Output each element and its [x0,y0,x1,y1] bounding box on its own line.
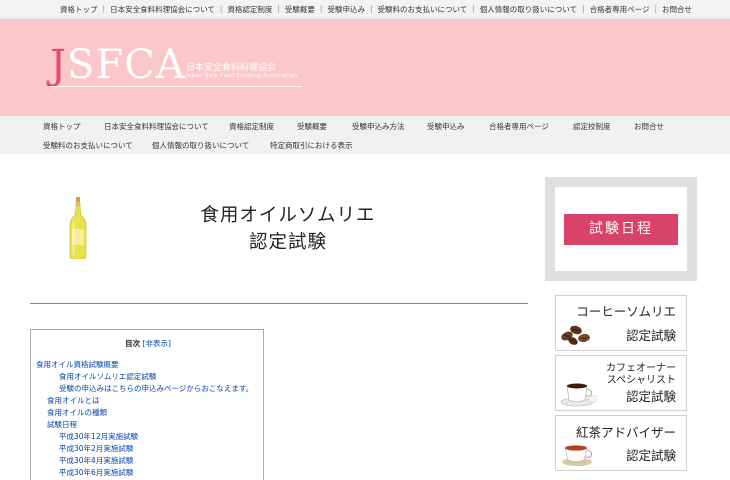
nav-item-schools[interactable]: 認定校制度 [573,121,611,132]
logo-underline [50,86,302,87]
separator: | [102,4,106,13]
card-subtitle: 認定試験 [625,328,676,343]
separator: | [472,4,475,13]
toc-item[interactable]: 平成30年12月実施試験 [59,431,138,442]
nav-item-apply[interactable]: 受験申込み [427,121,465,132]
tea-cup-icon [562,445,592,466]
toc-item[interactable]: 平成30年4月実施試験 [59,455,133,466]
content-divider [30,303,528,304]
logo-japanese-name: 日本安全食料料理協会 [186,63,277,73]
toc-item[interactable]: 試験日程 [47,419,77,430]
nav-item-payment[interactable]: 受験料のお支払いについて [43,140,133,151]
card-title-line2: スペシャリスト [606,375,676,386]
nav-item-exam-overview[interactable]: 受験概要 [297,121,327,132]
top-link-payment[interactable]: 受験料のお支払いについて [377,4,467,15]
card-subtitle: 認定試験 [625,389,676,404]
top-link-passers[interactable]: 合格者専用ページ [590,4,650,15]
exam-schedule-inner: 試験日程 [555,187,687,271]
nav-item-about[interactable]: 日本安全食料料理協会について [104,121,209,132]
exam-schedule-button[interactable]: 試験日程 [564,214,678,245]
top-link-certification[interactable]: 資格認定制度 [227,4,272,15]
logo-wordmark: JSFCA [50,42,186,88]
coffee-sommelier-card[interactable]: コーヒーソムリエ 認定試験 [555,295,687,351]
toc-item[interactable]: 平成30年6月実施試験 [59,467,133,478]
nav-item-passers[interactable]: 合格者専用ページ [489,121,549,132]
card-title: 紅茶アドバイザー [575,425,676,440]
card-subtitle: 認定試験 [625,448,676,463]
top-link-about[interactable]: 日本安全食料料理協会について [110,4,215,15]
top-links: 資格トップ | 日本安全食料料理協会について | 資格認定制度 | 受験概要 | 受験申… [0,0,730,15]
toc-title: 目次 [125,339,141,348]
card-title: コーヒーソムリエ [576,304,676,319]
toc-item[interactable]: 食用オイルの種類 [47,407,107,418]
nav-item-home[interactable]: 資格トップ [43,121,81,132]
separator: | [319,4,323,13]
separator: | [582,4,585,13]
site-header: JSFCA 日本安全食料料理協会 Japan Safe Food Cooking… [0,19,730,116]
top-link-exam-overview[interactable]: 受験概要 [285,4,315,15]
coffee-cup-icon [560,383,597,407]
nav-item-certification[interactable]: 資格認定制度 [229,121,274,132]
page-title: 食用オイルソムリエ 認定試験 [168,202,408,256]
top-link-privacy[interactable]: 個人情報の取り扱いについて [480,4,577,15]
top-link-apply[interactable]: 受験申込み [327,4,365,15]
page-title-line1: 食用オイルソムリエ [200,205,376,226]
toc-toggle[interactable]: [非表示] [143,339,171,348]
oil-bottle-image [69,197,87,259]
page-title-line2: 認定試験 [248,232,327,253]
toc-item[interactable]: 受験の申込みはこちらの申込みページからおこなえます。 [59,383,253,394]
tea-adviser-card[interactable]: 紅茶アドバイザー 認定試験 [555,415,687,471]
separator: | [369,4,373,13]
toc-item[interactable]: 平成30年2月実施試験 [59,443,133,454]
top-link-home[interactable]: 資格トップ [60,4,98,15]
nav-item-contact[interactable]: お問合せ [634,121,664,132]
separator: | [654,4,657,13]
site-logo[interactable]: JSFCA 日本安全食料料理協会 Japan Safe Food Cooking… [50,45,310,105]
top-utility-bar: 資格トップ | 日本安全食料料理協会について | 資格認定制度 | 受験概要 | 受験申… [0,0,730,19]
table-of-contents: 目次 [非表示] 食用オイル資格試験概要 食用オイルソムリエ認定試験 受験の申込… [30,329,264,480]
nav-item-privacy[interactable]: 個人情報の取り扱いについて [152,140,249,151]
main-nav: 資格トップ 日本安全食料料理協会について 資格認定制度 受験概要 受験申込み方法… [0,116,730,154]
top-link-contact[interactable]: お問合せ [662,4,692,15]
toc-item[interactable]: 食用オイルとは [47,395,100,406]
logo-english-name: Japan Safe Food Cooking Association [186,73,298,79]
toc-item[interactable]: 食用オイルソムリエ認定試験 [59,371,156,382]
toc-header: 目次 [非表示] [31,338,265,349]
separator: | [277,4,280,13]
cafe-owner-card[interactable]: カフェオーナー スペシャリスト 認定試験 [555,355,687,411]
separator: | [219,4,223,13]
nav-item-application-method[interactable]: 受験申込み方法 [352,121,405,132]
toc-item[interactable]: 食用オイル資格試験概要 [36,359,119,370]
nav-item-commercial-law[interactable]: 特定商取引における表示 [270,140,353,151]
coffee-beans-icon [561,325,590,345]
exam-schedule-panel: 試験日程 [545,177,697,281]
